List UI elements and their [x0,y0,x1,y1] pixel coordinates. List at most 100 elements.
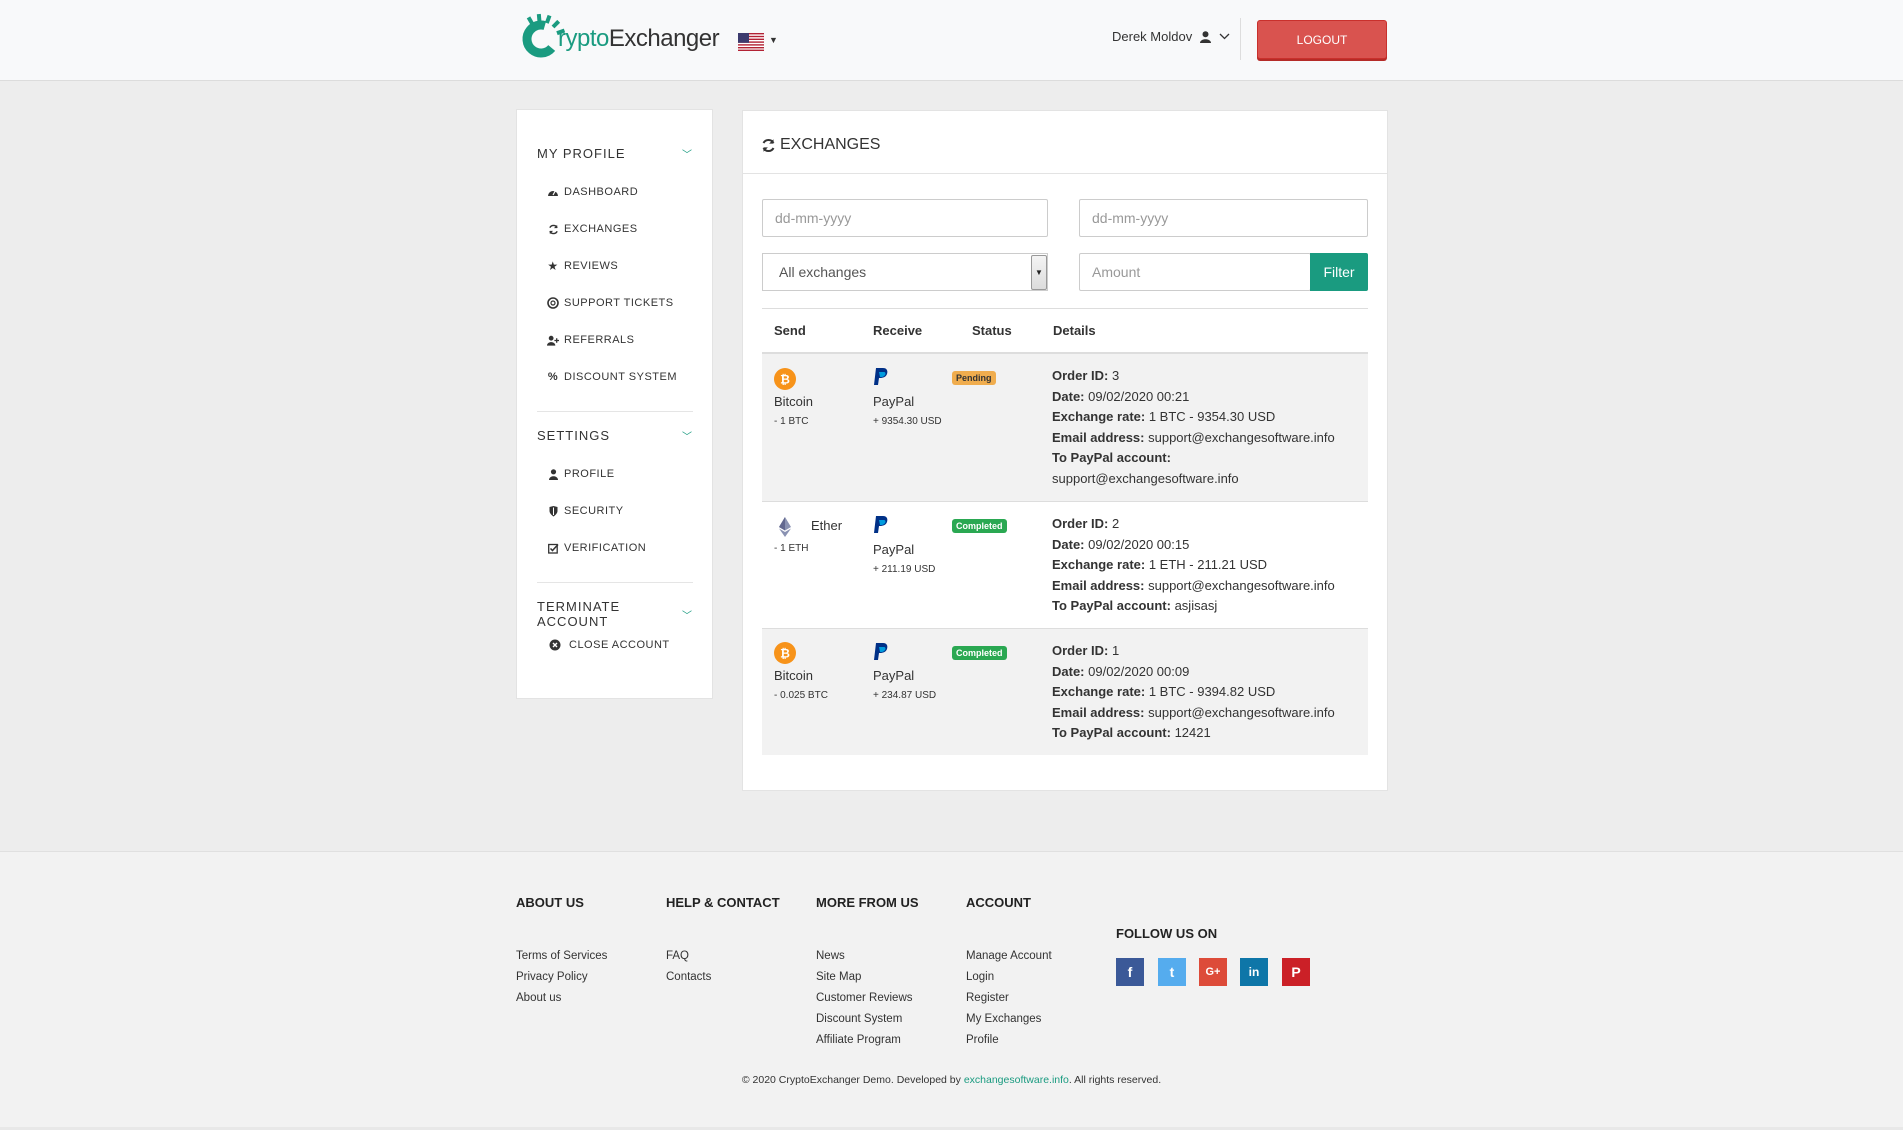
send-currency: Bitcoin [774,668,814,683]
table-row: ₿ Bitcoin - 0.025 BTC PayPal + 234.87 US… [762,629,1368,755]
logo-c-icon [516,13,566,65]
receive-currency: PayPal [873,668,915,683]
chevron-down-icon [1219,33,1230,40]
footer-column-more: MORE FROM US News Site Map Customer Revi… [816,895,919,1051]
paypal-icon [873,643,889,664]
sidebar-item-close-account[interactable]: CLOSE ACCOUNT [549,639,670,651]
send-currency: Bitcoin [774,394,814,409]
order-details: Order ID: 3 Date: 09/02/2020 00:21 Excha… [1052,368,1335,486]
shield-icon [547,505,559,517]
exchanges-panel: EXCHANGES dd-mm-yyyy dd-mm-yyyy All exch… [742,110,1388,791]
user-plus-icon [547,334,559,346]
linkedin-icon[interactable]: in [1240,958,1268,986]
footer: ABOUT US Terms of Services Privacy Polic… [0,851,1903,1130]
send-amount: - 1 ETH [774,543,809,554]
pinterest-icon[interactable]: P [1282,958,1310,986]
footer-link[interactable]: Customer Reviews [816,988,919,1009]
footer-link[interactable]: Discount System [816,1009,919,1030]
send-amount: - 1 BTC [774,416,809,427]
language-caret-icon[interactable]: ▼ [769,35,778,45]
chevron-down-icon: ﹀ [682,432,693,443]
footer-link[interactable]: Profile [966,1030,1052,1051]
sidebar-section-terminate-account[interactable]: TERMINATE ACCOUNT ﹀ [537,599,693,629]
user-icon [547,468,559,480]
footer-link[interactable]: Terms of Services [516,946,607,967]
title-divider [743,173,1387,174]
column-header-status: Status [972,323,1012,338]
footer-link[interactable]: My Exchanges [966,1009,1052,1030]
user-name: Derek Moldov [1112,29,1193,44]
footer-heading: ABOUT US [516,895,584,910]
refresh-icon [547,223,559,235]
table-top-border [762,308,1368,309]
paypal-icon [873,368,889,389]
sidebar-section-settings[interactable]: SETTINGS ﹀ [537,428,693,443]
sidebar-item-support-tickets[interactable]: SUPPORT TICKETS [547,297,674,309]
filter-button[interactable]: Filter [1310,253,1368,291]
sidebar-item-referrals[interactable]: REFERRALS [547,334,635,346]
svg-text:₿: ₿ [780,373,790,387]
logo[interactable]: ryptoExchanger [516,13,720,65]
date-to-input[interactable]: dd-mm-yyyy [1079,199,1368,237]
footer-link[interactable]: Site Map [816,967,919,988]
twitter-icon[interactable]: t [1158,958,1186,986]
dropdown-arrow-icon[interactable]: ▼ [1031,255,1047,290]
sidebar-divider [537,411,693,412]
order-details: Order ID: 2 Date: 09/02/2020 00:15 Excha… [1052,516,1335,613]
sidebar-item-exchanges[interactable]: EXCHANGES [547,223,638,235]
chevron-down-icon: ﹀ [682,150,693,161]
sidebar-item-security[interactable]: SECURITY [547,505,624,517]
footer-heading: ACCOUNT [966,895,1031,910]
footer-link[interactable]: About us [516,988,607,1009]
google-plus-icon[interactable]: G+ [1199,958,1227,986]
page-title: EXCHANGES [761,136,880,154]
footer-link[interactable]: Contacts [666,967,780,988]
refresh-icon [762,138,775,152]
bitcoin-icon: ₿ [774,368,796,393]
footer-column-account: ACCOUNT Manage Account Login Register My… [966,895,1052,1051]
dashboard-icon [547,186,559,198]
date-from-input[interactable]: dd-mm-yyyy [762,199,1048,237]
paypal-icon [873,516,889,537]
amount-input[interactable]: Amount [1079,253,1311,291]
user-menu[interactable]: Derek Moldov [1112,29,1230,44]
footer-link[interactable]: Privacy Policy [516,967,607,988]
life-ring-icon [547,297,559,309]
svg-text:₿: ₿ [780,647,790,661]
footer-column-about: ABOUT US Terms of Services Privacy Polic… [516,895,607,1009]
header: ryptoExchanger ▼ Derek Moldov LOGOUT [0,0,1903,81]
send-amount: - 0.025 BTC [774,690,828,701]
sidebar-item-profile[interactable]: PROFILE [547,468,615,480]
sidebar-item-dashboard[interactable]: DASHBOARD [547,186,638,198]
developer-link[interactable]: exchangesoftware.info [964,1074,1069,1086]
table-row: ₿ Bitcoin - 1 BTC PayPal + 9354.30 USD P… [762,354,1368,501]
status-badge: Pending [952,371,996,385]
times-circle-icon [549,639,561,651]
footer-link[interactable]: Register [966,988,1052,1009]
bitcoin-icon: ₿ [774,642,796,667]
us-flag-icon[interactable] [738,33,764,51]
receive-amount: + 9354.30 USD [873,416,942,427]
table-row: Ether - 1 ETH PayPal + 211.19 USD Comple… [762,502,1368,628]
sidebar-item-verification[interactable]: VERIFICATION [547,542,646,554]
send-currency: Ether [811,518,843,533]
footer-link[interactable]: Manage Account [966,946,1052,967]
percent-icon: % [547,371,559,383]
footer-link[interactable]: Login [966,967,1052,988]
sidebar-item-reviews[interactable]: ★ REVIEWS [547,259,618,273]
chevron-down-icon: ﹀ [682,610,693,622]
footer-link[interactable]: News [816,946,919,967]
sidebar-divider [537,582,693,583]
sidebar-item-discount-system[interactable]: % DISCOUNT SYSTEM [547,371,677,383]
ethereum-icon [774,516,796,541]
footer-link[interactable]: FAQ [666,946,780,967]
sidebar-section-my-profile[interactable]: MY PROFILE ﹀ [537,146,693,161]
footer-link[interactable]: Affiliate Program [816,1030,919,1051]
logout-button[interactable]: LOGOUT [1257,20,1387,59]
receive-currency: PayPal [873,542,915,557]
logo-text: ryptoExchanger [558,25,720,52]
receive-amount: + 211.19 USD [873,564,936,575]
exchange-type-select[interactable]: All exchanges ▼ [762,253,1048,291]
receive-amount: + 234.87 USD [873,690,937,701]
facebook-icon[interactable]: f [1116,958,1144,986]
